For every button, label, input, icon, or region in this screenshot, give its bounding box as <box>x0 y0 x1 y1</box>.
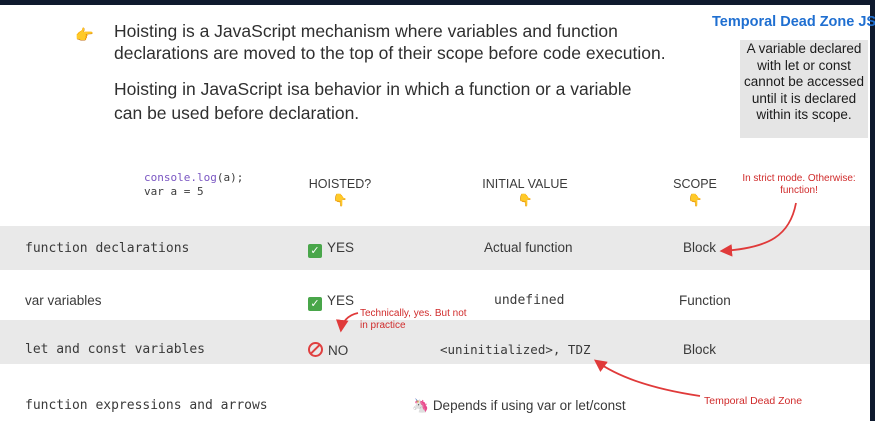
tdz-title: Temporal Dead Zone JS? <box>712 14 875 30</box>
code-call-args: (a); <box>216 171 244 184</box>
arrow-tdz-to-uninitialized <box>593 359 701 397</box>
initial-value-cell: undefined <box>494 293 565 308</box>
right-frame-bar <box>870 0 875 421</box>
row-label: function expressions and arrows <box>25 398 268 413</box>
tdz-description: A variable declared with let or const ca… <box>743 41 865 122</box>
unicorn-icon: 🦄 <box>412 398 429 413</box>
pointing-down-icon: 👇 <box>332 193 348 207</box>
hoisting-definition-text: Hoisting is a JavaScript mechanism where… <box>114 21 666 63</box>
code-function-call: console.log <box>144 171 217 184</box>
depends-cell: 🦄 Depends if using var or let/const <box>412 398 626 413</box>
checkmark-icon: ✓ <box>308 244 322 258</box>
header-scope: SCOPE 👇 <box>665 177 725 207</box>
hoisted-yes: ✓ YES <box>308 293 354 311</box>
row-label: function declarations <box>25 241 190 256</box>
pointing-down-icon: 👇 <box>687 193 703 207</box>
initial-value-cell: <uninitialized>, TDZ <box>440 342 591 357</box>
scope-cell: Block <box>683 240 717 255</box>
strict-mode-annotation: In strict mode. Otherwise: function! <box>742 173 856 196</box>
pointing-hand-icon: 👉 <box>75 27 94 44</box>
tdz-annotation: Temporal Dead Zone <box>704 395 803 407</box>
row-label: var variables <box>25 293 102 308</box>
pointing-down-icon: 👇 <box>517 193 533 207</box>
code-snippet: console.log(a); var a = 5 <box>144 171 243 199</box>
hoisting-behavior-text: Hoisting in JavaScript isa behavior in w… <box>114 79 632 123</box>
row-label: let and const variables <box>25 342 206 357</box>
hoisted-no: NO <box>308 342 348 358</box>
code-var-declaration: var a = 5 <box>144 185 204 198</box>
checkmark-icon: ✓ <box>308 297 322 311</box>
initial-value-cell: Actual function <box>484 240 573 255</box>
scope-cell: Block <box>683 342 717 357</box>
top-frame-bar <box>0 0 875 5</box>
hoisted-yes: ✓ YES <box>308 240 354 258</box>
prohibited-icon <box>308 342 323 357</box>
header-initial-value: INITIAL VALUE 👇 <box>470 177 580 207</box>
scope-cell: Function <box>679 293 731 308</box>
header-hoisted: HOISTED? 👇 <box>298 177 382 207</box>
technically-annotation: Technically, yes. But not in practice <box>360 308 467 331</box>
